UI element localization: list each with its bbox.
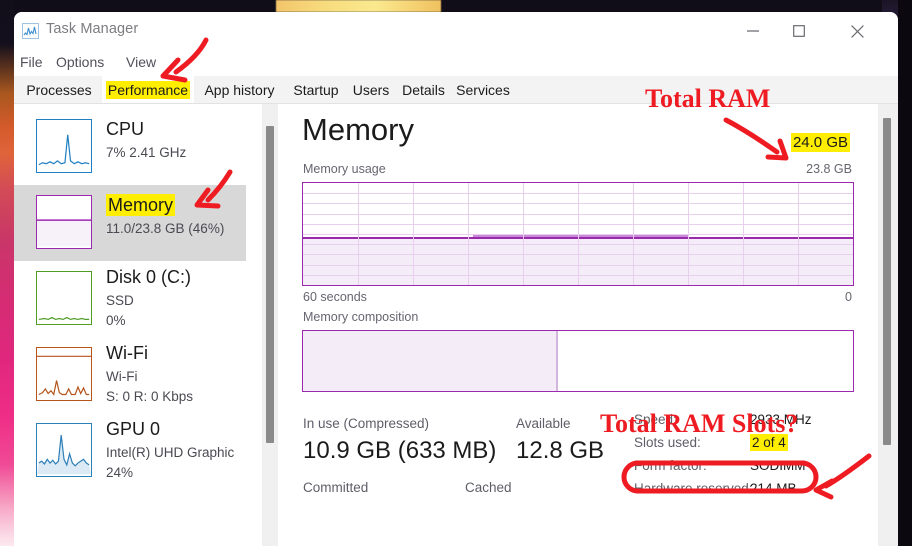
stat-label-committed: Committed xyxy=(303,480,369,495)
memory-usage-graph xyxy=(302,182,854,286)
info-label-speed: Speed: xyxy=(634,412,677,427)
tab-performance[interactable]: Performance xyxy=(102,76,194,103)
sidebar-item-title: Disk 0 (C:) xyxy=(106,267,191,288)
sidebar-item-label: Wi-Fi xyxy=(106,343,148,363)
sidebar-item-cpu[interactable]: CPU 7% 2.41 GHz xyxy=(14,109,246,185)
stat-value-in-use: 10.9 GB (633 MB) xyxy=(303,437,497,464)
stat-value-available: 12.8 GB xyxy=(516,437,605,464)
graph-gridline-horizontal xyxy=(303,214,853,215)
sidebar-mini-graph-icon xyxy=(36,423,92,477)
tab-label: App history xyxy=(204,81,275,98)
tab-processes[interactable]: Processes xyxy=(16,76,102,103)
sidebar-item-detail-2: 0% xyxy=(106,313,126,328)
sidebar-item-wi-fi[interactable]: Wi-Fi Wi-Fi S: 0 R: 0 Kbps xyxy=(14,337,246,413)
resource-sidebar[interactable]: CPU 7% 2.41 GHz Memory 11.0/23.8 GB (46%) Di… xyxy=(14,104,246,546)
graph-time-zero: 0 xyxy=(845,290,852,304)
info-label-form-factor: Form factor: xyxy=(634,458,707,473)
stat-label-cached: Cached xyxy=(465,480,512,495)
total-ram-value: 24.0 GB xyxy=(790,133,850,152)
sidebar-item-label: GPU 0 xyxy=(106,419,161,439)
title-bar[interactable]: Task Manager xyxy=(14,12,898,50)
tab-label: Startup xyxy=(293,81,339,98)
graph-gridline-horizontal xyxy=(303,203,853,204)
task-manager-window: Task Manager File Options View Processes… xyxy=(14,12,898,546)
tab-label: Details xyxy=(402,81,445,98)
info-value-hardware-reserved: 214 MB xyxy=(750,481,797,496)
tab-label: Users xyxy=(352,81,390,98)
sidebar-scrollbar-thumb[interactable] xyxy=(266,126,274,443)
tab-label: Processes xyxy=(26,81,92,98)
memory-composition-caption: Memory composition xyxy=(303,310,419,324)
menu-options[interactable]: Options xyxy=(52,52,108,72)
slots-used-highlight: 2 of 4 xyxy=(750,434,788,451)
sidebar-item-gpu-0[interactable]: GPU 0 Intel(R) UHD Graphic 24% xyxy=(14,413,246,489)
info-value-slots-used: 2 of 4 xyxy=(750,434,788,451)
sidebar-item-disk-0-c[interactable]: Disk 0 (C:) SSD 0% xyxy=(14,261,246,337)
close-button[interactable] xyxy=(834,12,880,50)
sidebar-item-detail-2: 24% xyxy=(106,465,134,480)
sidebar-item-detail-1: Intel(R) UHD Graphic xyxy=(106,445,235,460)
sidebar-item-detail-1: SSD xyxy=(106,293,134,308)
composition-in-use-segment xyxy=(303,331,556,391)
sidebar-item-label: CPU xyxy=(106,119,145,139)
maximize-button[interactable] xyxy=(776,12,822,50)
tab-startup[interactable]: Startup xyxy=(285,76,347,103)
memory-detail-pane: Memory 24.0 GB Memory usage 23.8 GB 60 s… xyxy=(290,104,878,546)
sidebar-mini-graph-icon xyxy=(36,195,92,249)
sidebar-mini-graph-icon xyxy=(36,119,92,173)
memory-usage-caption: Memory usage xyxy=(303,162,386,176)
tab-label: Services xyxy=(456,81,510,98)
graph-gridline-horizontal xyxy=(303,193,853,194)
info-label-hardware-reserved: Hardware reserved: xyxy=(634,481,753,496)
graph-gridline-horizontal xyxy=(303,234,853,235)
memory-composition-bar[interactable] xyxy=(302,330,854,392)
graph-gridline-horizontal xyxy=(303,224,853,225)
stat-label-available: Available xyxy=(516,416,571,431)
info-value-form-factor: SODIMM xyxy=(750,458,806,473)
window-title: Task Manager xyxy=(46,21,139,37)
sidebar-item-label: Memory xyxy=(106,194,176,216)
tab-strip: Processes Performance App history Startup Us… xyxy=(14,76,898,104)
menu-bar: File Options View xyxy=(14,50,898,76)
total-ram-highlight: 24.0 GB xyxy=(790,133,850,152)
wallpaper-gold-strip xyxy=(276,0,441,12)
sidebar-item-detail-2: S: 0 R: 0 Kbps xyxy=(106,389,194,404)
sidebar-item-title: GPU 0 xyxy=(106,419,160,440)
graph-gridline-horizontal xyxy=(303,254,853,255)
tab-app-history[interactable]: App history xyxy=(194,76,285,103)
info-value-speed: 2933 MHz xyxy=(750,412,812,427)
composition-divider xyxy=(556,331,558,391)
graph-gridline-horizontal xyxy=(303,275,853,276)
sidebar-item-memory[interactable]: Memory 11.0/23.8 GB (46%) xyxy=(14,185,246,261)
sidebar-item-title: Memory xyxy=(106,194,176,216)
info-label-slots-used: Slots used: xyxy=(634,435,701,450)
graph-gridline-horizontal xyxy=(303,265,853,266)
sidebar-mini-graph-icon xyxy=(36,271,92,325)
sidebar-item-label: Disk 0 (C:) xyxy=(106,267,191,287)
graph-usage-line-bump xyxy=(473,235,688,237)
tab-users[interactable]: Users xyxy=(347,76,395,103)
minimize-button[interactable] xyxy=(730,12,776,50)
sidebar-mini-graph-icon xyxy=(36,347,92,401)
menu-file[interactable]: File xyxy=(16,52,47,72)
wallpaper-right-dark xyxy=(898,0,912,546)
wallpaper-left-edge xyxy=(0,0,14,546)
stat-label-in-use: In use (Compressed) xyxy=(303,416,430,431)
sidebar-item-detail-1: 7% 2.41 GHz xyxy=(106,145,187,160)
content-area: CPU 7% 2.41 GHz Memory 11.0/23.8 GB (46%) Di… xyxy=(14,104,898,546)
tab-details[interactable]: Details xyxy=(395,76,452,103)
sidebar-item-detail-1: 11.0/23.8 GB (46%) xyxy=(106,221,225,236)
graph-gridline-horizontal xyxy=(303,244,853,245)
graph-time-label: 60 seconds xyxy=(303,290,367,304)
tab-services[interactable]: Services xyxy=(452,76,514,103)
tab-label: Performance xyxy=(105,80,191,99)
memory-usage-max: 23.8 GB xyxy=(806,162,852,176)
page-title: Memory xyxy=(302,112,414,147)
sidebar-item-title: Wi-Fi xyxy=(106,343,148,364)
sidebar-item-detail-1: Wi-Fi xyxy=(106,369,138,384)
task-manager-icon xyxy=(22,23,39,39)
menu-view[interactable]: View xyxy=(122,52,160,72)
sidebar-item-title: CPU xyxy=(106,119,144,140)
main-scrollbar-thumb[interactable] xyxy=(883,118,891,445)
